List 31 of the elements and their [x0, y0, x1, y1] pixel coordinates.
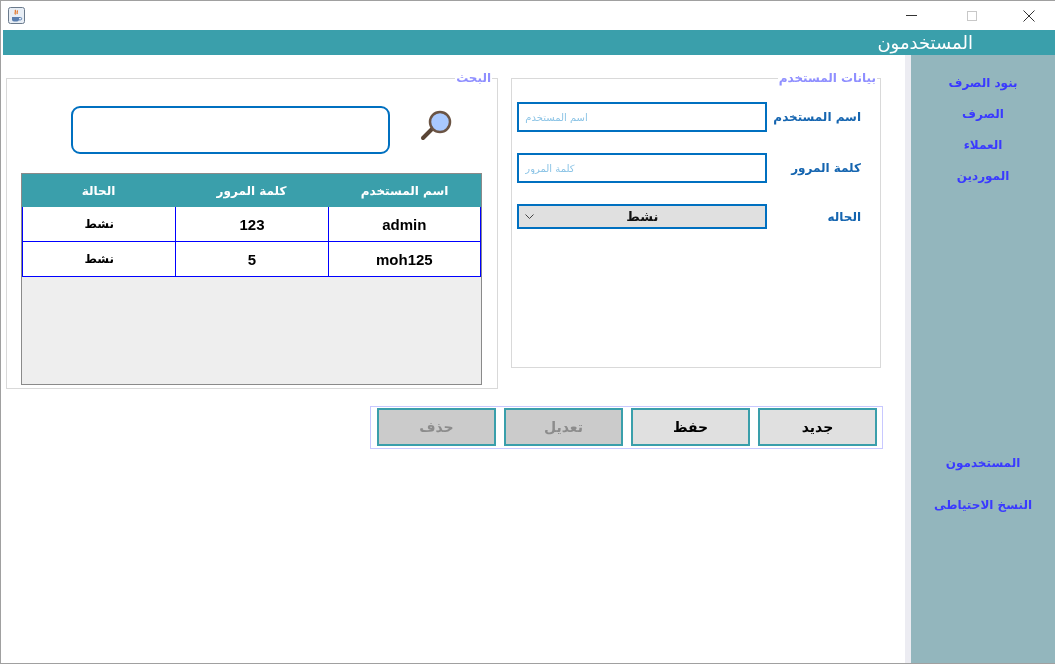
text-field[interactable]: اسم المستخدم	[517, 102, 768, 132]
table-cell-text: نشط	[83, 216, 115, 233]
page-title: المستخدمون	[877, 32, 973, 53]
table-cell: 123	[175, 207, 328, 241]
sidebar-item[interactable]: الموردين	[956, 165, 1010, 188]
table-cell-text: نشط	[83, 251, 115, 268]
sidebar-item[interactable]: النسخ الاحتياطى	[934, 494, 1032, 517]
sidebar-item[interactable]: العملاء	[963, 134, 1003, 157]
panel-title: البحث	[455, 71, 492, 85]
field-label: كلمة المرور	[789, 161, 861, 175]
caret-icon	[525, 214, 535, 219]
search-field[interactable]	[71, 106, 390, 154]
app-icon	[8, 7, 25, 24]
action-button[interactable]: جديد	[758, 408, 877, 446]
column-header: كلمة المرور	[215, 182, 288, 201]
status-dropdown[interactable]: نشط	[517, 204, 768, 229]
panel-title: بيانات المستخدم	[777, 71, 877, 85]
table-cell: moh125	[327, 242, 480, 276]
search-icon[interactable]	[420, 110, 453, 141]
sidebar-item[interactable]: الصرف	[962, 103, 1004, 126]
close-icon[interactable]	[1023, 9, 1035, 22]
field-label: اسم المستخدم	[773, 110, 861, 124]
field-label: الحاله	[826, 209, 861, 224]
table-cell: admin	[327, 207, 480, 241]
action-button[interactable]: حفظ	[631, 408, 750, 446]
sidebar-item[interactable]: بنود الصرف	[948, 72, 1018, 95]
text-field[interactable]: كلمة المرور	[517, 153, 768, 183]
column-header: اسم المستخدم	[359, 182, 450, 201]
sidebar-item[interactable]: المستخدمون	[945, 452, 1021, 475]
table-cell: 5	[175, 242, 328, 276]
column-header: الحالة	[80, 182, 117, 200]
